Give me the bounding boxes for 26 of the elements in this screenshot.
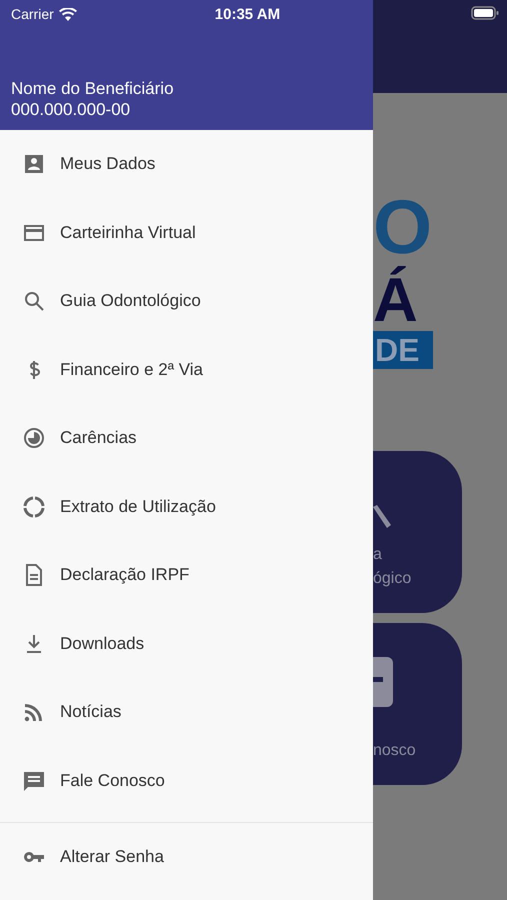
menu-item[interactable]: Alterar Senha	[0, 823, 373, 892]
logo-text: O	[373, 191, 434, 265]
menu-item[interactable]: Guia Odontológico	[0, 267, 373, 336]
logo-text: DE	[373, 331, 433, 369]
menu-item[interactable]: Carteirinha Virtual	[0, 198, 373, 267]
card-label: nosco	[373, 741, 417, 761]
menu-item[interactable]: Fale Conosco	[0, 746, 373, 815]
pie-chart-icon	[22, 426, 46, 450]
shortcut-card[interactable]: nosco	[373, 623, 462, 785]
beneficiary-name: Nome do Beneficiário	[11, 78, 175, 99]
status-time: 10:35 AM	[214, 6, 280, 22]
menu-item[interactable]: Notícias	[0, 678, 373, 746]
battery-icon	[471, 6, 499, 20]
menu-item[interactable]: Meus Dados	[0, 130, 373, 198]
menu-item[interactable]: Extrato de Utilização	[0, 472, 373, 541]
menu-item[interactable]: Carências	[0, 404, 373, 472]
menu-item[interactable]: Downloads	[0, 610, 373, 678]
wifi-icon	[58, 8, 77, 20]
menu-item[interactable]: Declaração IRPF	[0, 541, 373, 610]
beneficiary-document: 000.000.000-00	[11, 99, 132, 120]
carrier-label: Carrier	[11, 6, 54, 22]
menu-item[interactable]: Financeiro e 2ª Via	[0, 336, 373, 404]
shortcut-card[interactable]: a ógico	[373, 451, 462, 613]
card-label: ógico	[373, 569, 412, 589]
loading-ring-icon	[22, 494, 46, 519]
card-label: a	[373, 545, 383, 565]
